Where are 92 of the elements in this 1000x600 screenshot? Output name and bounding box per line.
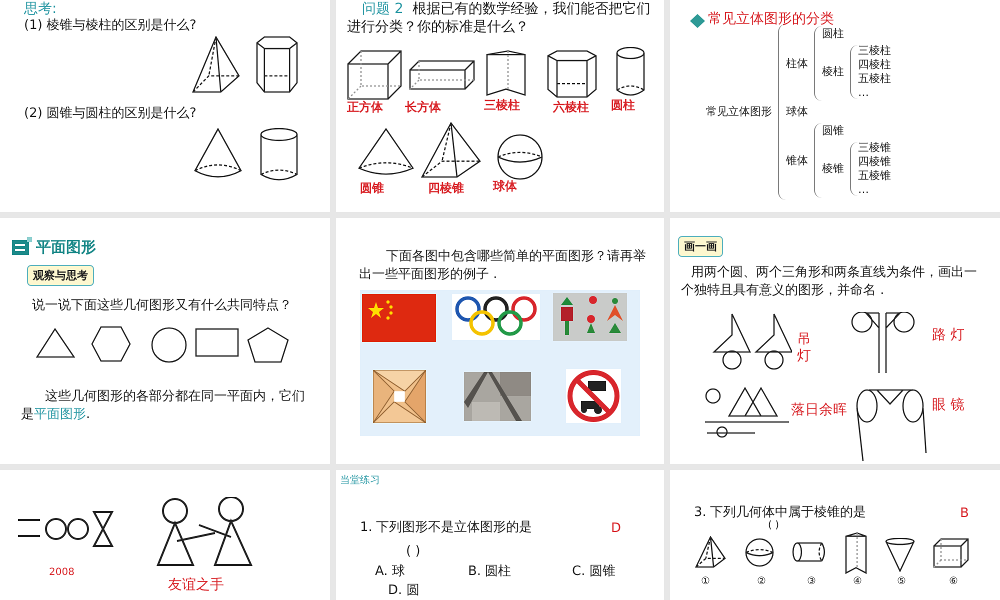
circle-shape bbox=[151, 327, 187, 363]
question-text: 下列图形不是立体图形的是 bbox=[376, 520, 532, 536]
slide[interactable]: 画一画 用两个圆、两个三角形和两条直线为条件，画出一个独特且具有意义的图形，并命名 . 吊灯 路 灯 落日余晖 眼 镜 bbox=[670, 218, 1000, 464]
caption: 2008 bbox=[49, 567, 74, 578]
figure-number: ⑤ bbox=[897, 576, 906, 587]
tree-label: 锥体 bbox=[786, 154, 808, 166]
tree-label: 柱体 bbox=[786, 58, 808, 70]
caption: 路 灯 bbox=[932, 326, 964, 344]
option-text: A. 球 bbox=[375, 564, 405, 580]
sphere-drawing bbox=[745, 538, 774, 567]
paragraph: 用两个圆、两个三角形和两条直线为条件，画出一个独特且具有意义的图形，并命名 . bbox=[681, 264, 977, 300]
caption: 吊灯 bbox=[797, 331, 811, 365]
prism-drawing bbox=[933, 538, 969, 568]
question-text: (2) 圆锥与圆柱的区别是什么? bbox=[24, 106, 196, 122]
figure-number: ① bbox=[701, 576, 710, 587]
figure-number: ⑥ bbox=[949, 576, 958, 587]
pentagon-shape bbox=[247, 327, 289, 363]
question-number: 1. bbox=[360, 520, 372, 536]
slide[interactable]: 下面各图中包含哪些简单的平面图形？请再举出一些平面图形的例子 . bbox=[336, 218, 664, 464]
diamond-icon bbox=[690, 14, 705, 28]
shape-label: 长方体 bbox=[405, 99, 441, 116]
shape-label: 圆柱 bbox=[611, 97, 635, 114]
pyramid-drawing bbox=[421, 122, 481, 178]
shape-label: 六棱柱 bbox=[553, 99, 589, 116]
hexagon-shape bbox=[91, 326, 131, 362]
heading: 思考: bbox=[24, 0, 57, 18]
question-text: 说一说下面这些几何图形又有什么共同特点？ bbox=[32, 298, 292, 314]
answer-blank: ( ) bbox=[768, 520, 779, 531]
tree-label: … bbox=[858, 87, 870, 99]
question-text: (1) 棱锥与棱柱的区别是什么? bbox=[24, 18, 196, 34]
question-text: 问题 2 根据已有的数学经验，我们能否把它们进行分类？你的标准是什么？ bbox=[347, 0, 652, 36]
shape-label: 三棱柱 bbox=[484, 97, 520, 114]
slide[interactable]: 3. 下列几何体中属于棱锥的是 B ( ) ① ② ③ ④ ⑤ ⑥ bbox=[670, 470, 1000, 600]
prism-drawing bbox=[486, 50, 526, 96]
cuboid-drawing bbox=[409, 60, 475, 90]
street-lamp-drawing bbox=[850, 312, 916, 374]
prism-drawing bbox=[547, 50, 597, 98]
section-title: 平面图形 bbox=[36, 238, 96, 257]
section-icon bbox=[12, 237, 32, 255]
tree-label: 五棱柱 bbox=[858, 73, 891, 85]
answer: D bbox=[611, 521, 622, 537]
prism-drawing bbox=[845, 532, 867, 574]
tree-label: 三棱锥 bbox=[858, 142, 891, 154]
shape-label: 四棱锥 bbox=[428, 180, 464, 197]
caption: 眼 镜 bbox=[932, 396, 964, 414]
shape-label: 球体 bbox=[493, 178, 517, 195]
tree-label: 棱柱 bbox=[822, 66, 844, 78]
shape-label: 圆锥 bbox=[360, 180, 384, 197]
slide[interactable]: 平面图形 观察与思考 说一说下面这些几何图形又有什么共同特点？ 这些几何图形的各部分都在同一平面内，它们是平面图形. bbox=[0, 218, 330, 464]
badge: 观察与思考 bbox=[27, 265, 94, 286]
section-title: 常见立体图形的分类 bbox=[708, 10, 834, 28]
slide[interactable]: 2008 友谊之手 bbox=[0, 470, 330, 600]
question-text: 下列几何体中属于棱锥的是 bbox=[710, 505, 866, 520]
paragraph: 下面各图中包含哪些简单的平面图形？请再举出一些平面图形的例子 . bbox=[359, 248, 647, 284]
tree-label: 球体 bbox=[786, 106, 809, 118]
shape-label: 正方体 bbox=[347, 99, 383, 116]
badge: 画一画 bbox=[678, 236, 723, 257]
figure-number: ② bbox=[757, 576, 766, 587]
tree-label: 五棱锥 bbox=[858, 170, 891, 182]
pyramid-drawing bbox=[695, 536, 726, 568]
question-number: 3. bbox=[694, 505, 706, 521]
prism-drawing bbox=[256, 36, 298, 93]
paragraph: 这些几何图形的各部分都在同一平面内，它们是平面图形. bbox=[21, 388, 306, 424]
slide[interactable]: 当堂练习 1. 下列图形不是立体图形的是 D ( ) A. 球 B. 圆柱 C. 圆锥 D. 圆 bbox=[336, 470, 664, 600]
figure-number: ④ bbox=[853, 576, 862, 587]
sphere-drawing bbox=[497, 134, 543, 180]
cube-drawing bbox=[347, 50, 402, 100]
pyramid-drawing bbox=[192, 36, 240, 93]
slide[interactable]: 问题 2 根据已有的数学经验，我们能否把它们进行分类？你的标准是什么？ 正方体 长方体 三棱柱 六棱柱 圆柱 圆锥 四棱锥 球体 bbox=[336, 0, 664, 212]
triangle-shape bbox=[36, 328, 76, 358]
slide-header: 当堂练习 bbox=[340, 474, 380, 487]
cylinder-drawing bbox=[792, 542, 827, 562]
caption: 友谊之手 bbox=[168, 576, 224, 594]
option-text: D. 圆 bbox=[388, 583, 420, 599]
tree-label: 四棱柱 bbox=[858, 59, 891, 71]
option-text: C. 圆锥 bbox=[572, 564, 616, 580]
answer: B bbox=[960, 506, 969, 522]
tree-label: 三棱柱 bbox=[858, 45, 891, 57]
tree-label: 棱锥 bbox=[822, 163, 844, 175]
caption: 落日余晖 bbox=[791, 401, 847, 419]
answer-blank: ( ) bbox=[406, 544, 420, 560]
rectangle-shape bbox=[195, 328, 239, 357]
slide[interactable]: 常见立体图形的分类 常见立体图形 柱体 圆柱 棱柱 三棱柱 四棱柱 五棱柱 … 球体 锥体 圆锥 棱锥 三棱锥 四棱锥 五棱锥 … bbox=[670, 0, 1000, 212]
tree-label: 常见立体图形 bbox=[706, 106, 772, 118]
figure-number: ③ bbox=[807, 576, 816, 587]
tree-label: 圆柱 bbox=[822, 28, 845, 40]
slide[interactable]: 思考: (1) 棱锥与棱柱的区别是什么? (2) 圆锥与圆柱的区别是什么? bbox=[0, 0, 330, 212]
cone-drawing bbox=[885, 538, 915, 572]
tree-label: … bbox=[858, 184, 870, 196]
tree-label: 四棱锥 bbox=[858, 156, 891, 168]
tree-label: 圆锥 bbox=[822, 125, 845, 137]
option-text: B. 圆柱 bbox=[468, 564, 512, 580]
